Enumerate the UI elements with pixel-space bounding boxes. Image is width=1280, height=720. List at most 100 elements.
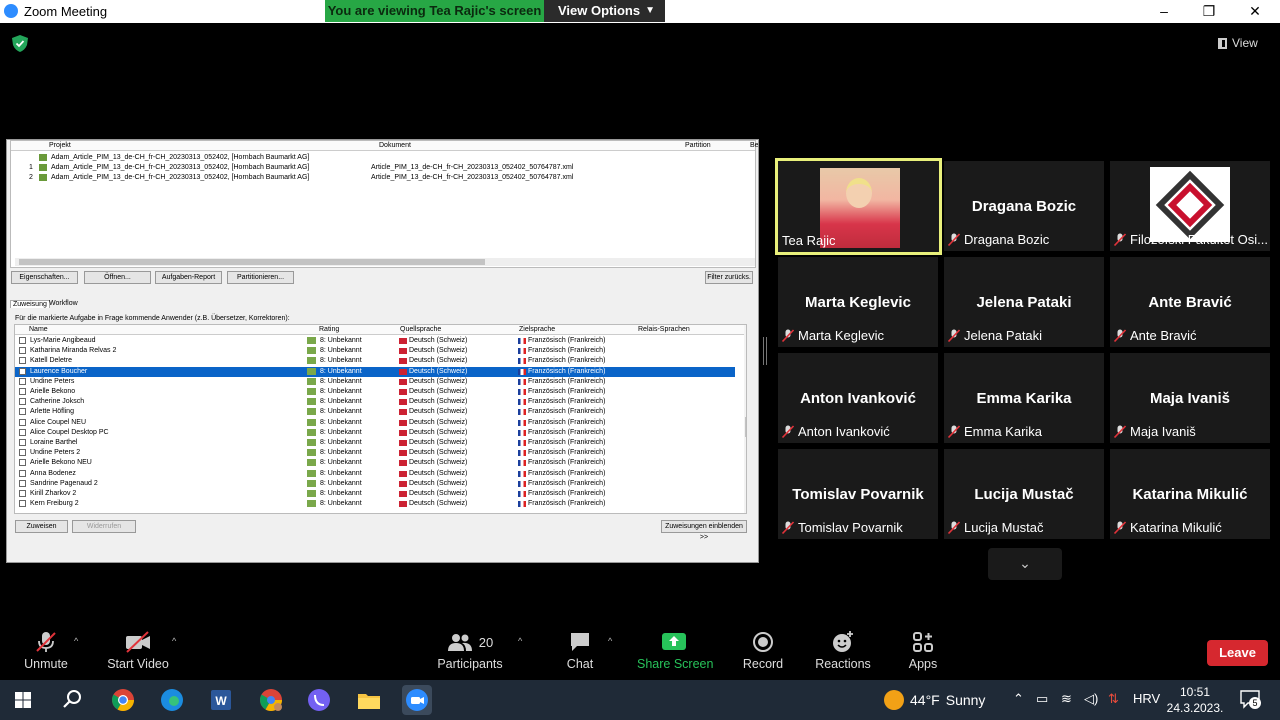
- horizontal-scrollbar[interactable]: [15, 258, 755, 266]
- chat-button[interactable]: Chat: [560, 630, 600, 676]
- zuweisen-button[interactable]: Zuweisen: [15, 520, 68, 533]
- chrome-profile-icon[interactable]: [256, 685, 286, 715]
- participant-tile[interactable]: Marta Keglevic Marta Keglevic: [778, 257, 938, 347]
- participant-tile[interactable]: Ante Bravić Ante Bravić: [1110, 257, 1270, 347]
- split-resize-handle[interactable]: [763, 337, 767, 365]
- assignee-row[interactable]: Alice Coupel Desktop PC 8: Unbekannt Deuts…: [15, 428, 735, 438]
- assignee-row[interactable]: Kirill Zharkov 2 8: Unbekannt Deutsch (Sch…: [15, 489, 735, 499]
- view-options-button[interactable]: View Options ▼: [544, 0, 665, 22]
- assignee-checkbox[interactable]: [19, 347, 26, 355]
- scrollbar-thumb[interactable]: [745, 417, 746, 437]
- share-screen-button[interactable]: Share Screen: [637, 630, 713, 676]
- assignee-checkbox[interactable]: [19, 398, 26, 406]
- participant-tile[interactable]: Filozofski Fakultet Osi...: [1110, 161, 1270, 251]
- close-button[interactable]: ✕: [1232, 0, 1278, 23]
- participant-tile[interactable]: Katarina Mikulić Katarina Mikulić: [1110, 449, 1270, 539]
- word-icon[interactable]: W: [206, 685, 236, 715]
- reactions-button[interactable]: Reactions: [815, 630, 871, 676]
- assignee-checkbox[interactable]: [19, 428, 26, 436]
- zuweisungen-einblenden-button[interactable]: Zuweisungen einblenden >>: [661, 520, 747, 541]
- participant-tile[interactable]: Emma Karika Emma Karika: [944, 353, 1104, 443]
- assignee-checkbox[interactable]: [19, 408, 26, 416]
- participant-tile[interactable]: Dragana Bozic Dragana Bozic: [944, 161, 1104, 251]
- project-row[interactable]: 1 Adam_Article_PIM_13_de-CH_fr-CH_202303…: [11, 163, 755, 173]
- widerrufen-button[interactable]: Widerrufen: [72, 520, 136, 533]
- file-explorer-icon[interactable]: [354, 685, 384, 715]
- restore-button[interactable]: ❐: [1186, 0, 1232, 23]
- assignee-row[interactable]: Laurence Boucher 8: Unbekannt Deutsch (Sch…: [15, 366, 735, 377]
- assignee-checkbox[interactable]: [19, 418, 26, 426]
- participant-tile[interactable]: Anton Ivanković Anton Ivanković: [778, 353, 938, 443]
- record-button[interactable]: Record: [741, 630, 785, 676]
- assignee-checkbox[interactable]: [19, 367, 26, 375]
- assignee-checkbox[interactable]: [19, 459, 26, 467]
- partitionieren-button[interactable]: Partitionieren...: [227, 271, 294, 284]
- apps-button[interactable]: Apps: [903, 630, 943, 676]
- battery-icon[interactable]: ▭: [1036, 691, 1048, 707]
- assignee-checkbox[interactable]: [19, 500, 26, 508]
- filter-reset-button[interactable]: Filter zurücks.: [705, 271, 753, 284]
- assignee-checkbox[interactable]: [19, 388, 26, 395]
- assignee-row[interactable]: Arielle Bekono 8: Unbekannt Deutsch (Schwe…: [15, 387, 735, 397]
- assignee-row[interactable]: Lys-Marie Angibeaud 8: Unbekannt Deutsch (…: [15, 336, 735, 346]
- project-row[interactable]: 2 Adam_Article_PIM_13_de-CH_fr-CH_202303…: [11, 173, 755, 183]
- volume-icon[interactable]: ◁): [1084, 691, 1098, 707]
- tab-workflow[interactable]: Workflow: [49, 300, 78, 307]
- shared-screen[interactable]: Projekt Dokument Partition Be Adam_Artic…: [6, 139, 759, 563]
- assignee-row[interactable]: Katell Deletre 8: Unbekannt Deutsch (Schwe…: [15, 356, 735, 366]
- taskbar-clock[interactable]: 10:51 24.3.2023.: [1166, 684, 1224, 716]
- chrome-icon[interactable]: [108, 685, 138, 715]
- participant-tile[interactable]: Lucija Mustač Lucija Mustač: [944, 449, 1104, 539]
- project-row[interactable]: Adam_Article_PIM_13_de-CH_fr-CH_20230313…: [11, 153, 755, 163]
- assignee-checkbox[interactable]: [19, 490, 26, 497]
- leave-meeting-button[interactable]: Leave: [1207, 640, 1268, 666]
- assignee-grid[interactable]: Name Rating Quellsprache Zielsprache Rel…: [14, 324, 747, 514]
- eigenschaften-button[interactable]: Eigenschaften...: [11, 271, 78, 284]
- assignee-row[interactable]: Sandrine Pagenaud 2 8: Unbekannt Deutsch (…: [15, 479, 735, 489]
- participants-caret-icon[interactable]: ^: [518, 636, 522, 646]
- assignee-checkbox[interactable]: [19, 439, 26, 446]
- assignee-row[interactable]: Alice Coupel NEU 8: Unbekannt Deutsch (Sch…: [15, 418, 735, 428]
- assignee-checkbox[interactable]: [19, 479, 26, 487]
- viber-icon[interactable]: [304, 685, 334, 715]
- network-alert-icon[interactable]: ⇅: [1108, 691, 1119, 707]
- assignee-row[interactable]: Katharina Miranda Relvas 2 8: Unbekannt De…: [15, 346, 735, 356]
- assignee-checkbox[interactable]: [19, 469, 26, 477]
- video-options-caret-icon[interactable]: ^: [172, 636, 176, 646]
- tab-zuweisung[interactable]: Zuweisung: [10, 300, 50, 308]
- assignee-row[interactable]: Undine Peters 2 8: Unbekannt Deutsch (Schw…: [15, 448, 735, 458]
- zoom-taskbar-icon[interactable]: [402, 685, 432, 715]
- audio-options-caret-icon[interactable]: ^: [74, 636, 78, 646]
- view-layout-button[interactable]: View: [1218, 33, 1270, 53]
- assignee-row[interactable]: Arlette Höfling 8: Unbekannt Deutsch (Schw…: [15, 407, 735, 417]
- start-video-button[interactable]: Start Video: [105, 630, 171, 676]
- assignee-checkbox[interactable]: [19, 377, 26, 385]
- assignee-checkbox[interactable]: [19, 337, 26, 344]
- wifi-icon[interactable]: ≋: [1061, 691, 1072, 707]
- vertical-scrollbar[interactable]: [744, 325, 746, 513]
- security-shield-icon[interactable]: [12, 35, 28, 52]
- participant-tile[interactable]: Maja Ivaniš Maja Ivaniš: [1110, 353, 1270, 443]
- edge-browser-icon[interactable]: [157, 685, 187, 715]
- assignee-row[interactable]: Kern Freiburg 2 8: Unbekannt Deutsch (Schw…: [15, 499, 735, 509]
- assignee-checkbox[interactable]: [19, 357, 26, 365]
- participants-button[interactable]: 20 Participants: [436, 630, 504, 676]
- assignee-row[interactable]: Undine Peters 8: Unbekannt Deutsch (Schwei…: [15, 377, 735, 387]
- project-grid[interactable]: Projekt Dokument Partition Be Adam_Artic…: [10, 140, 758, 268]
- assignee-row[interactable]: Anna Bodenez 8: Unbekannt Deutsch (Schweiz…: [15, 469, 735, 479]
- minimize-button[interactable]: –: [1141, 0, 1187, 23]
- windows-start-icon[interactable]: [8, 685, 38, 715]
- chat-caret-icon[interactable]: ^: [608, 636, 612, 646]
- assignee-row[interactable]: Loraine Barthel 8: Unbekannt Deutsch (Schw…: [15, 438, 735, 448]
- oeffnen-button[interactable]: Öffnen...: [84, 271, 151, 284]
- participant-tile[interactable]: Tea Rajic: [775, 158, 942, 255]
- tray-overflow-chevron-icon[interactable]: ⌃: [1013, 691, 1024, 707]
- aufgaben-report-button[interactable]: Aufgaben-Report: [155, 271, 222, 284]
- weather-widget[interactable]: 44°F Sunny: [884, 690, 985, 710]
- unmute-button[interactable]: Unmute: [22, 630, 70, 676]
- scrollbar-thumb[interactable]: [19, 259, 485, 265]
- search-icon[interactable]: [57, 685, 87, 715]
- participant-tile[interactable]: Jelena Pataki Jelena Pataki: [944, 257, 1104, 347]
- input-language[interactable]: HRV: [1133, 691, 1160, 706]
- assignee-row[interactable]: Arielle Bekono NEU 8: Unbekannt Deutsch (S…: [15, 458, 735, 468]
